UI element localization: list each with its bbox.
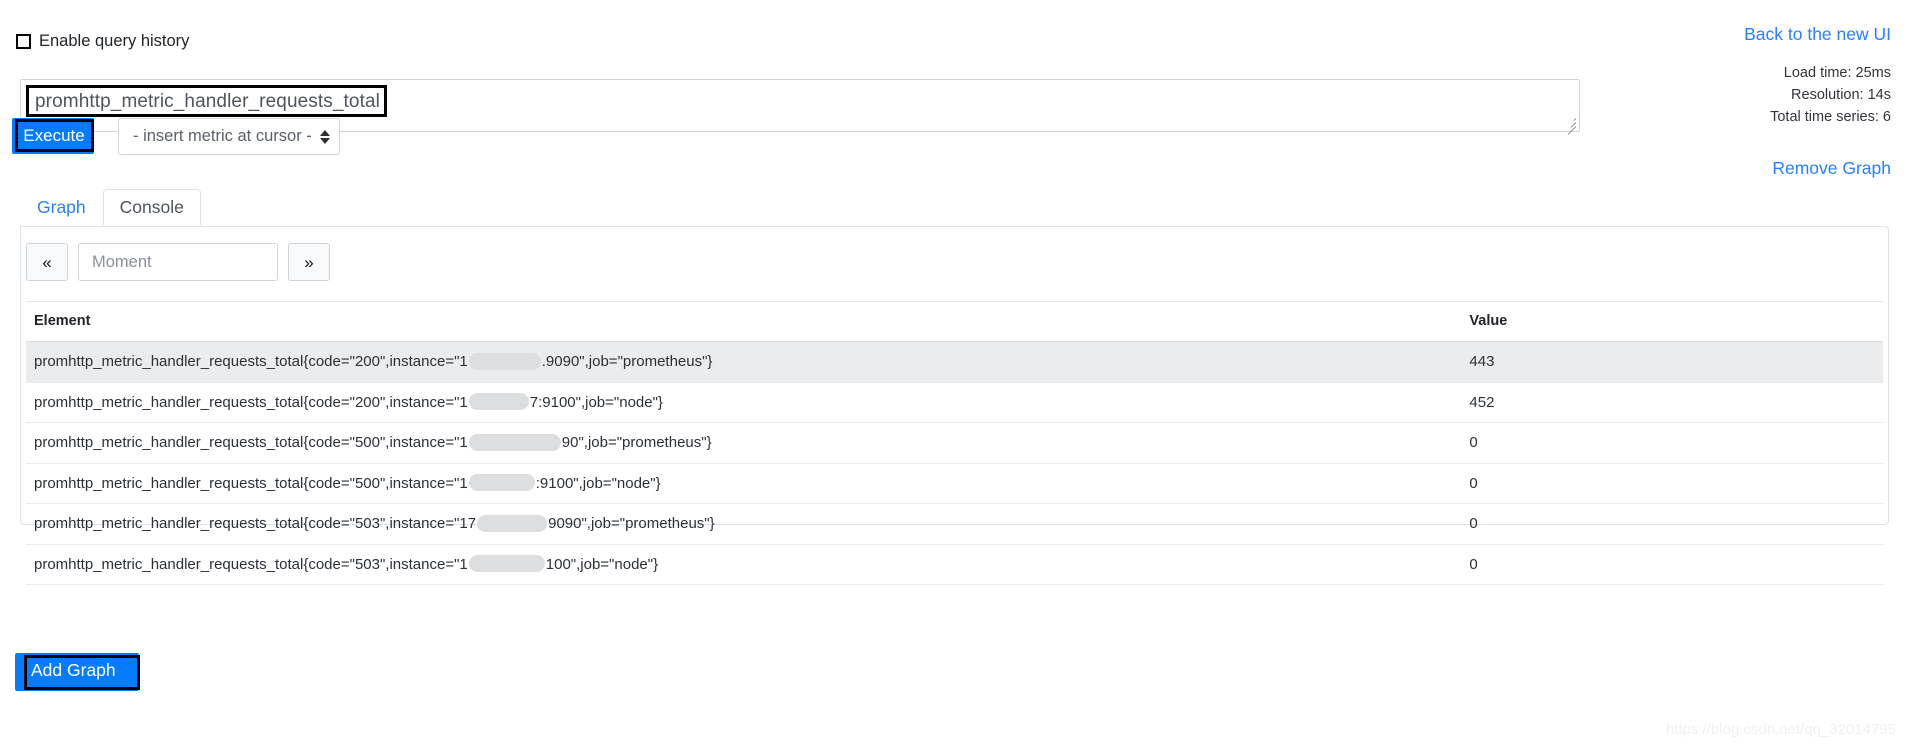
cell-value: 0: [1461, 422, 1883, 464]
redaction-blur: [468, 433, 561, 451]
double-right-arrow-icon: »: [304, 252, 314, 272]
console-panel: « Moment » Element Value promhttp_metric…: [20, 226, 1889, 586]
table-row: promhttp_metric_handler_requests_total{c…: [26, 422, 1883, 464]
element-text: promhttp_metric_handler_requests_total{c…: [34, 555, 468, 573]
tab-graph-label: Graph: [37, 197, 86, 217]
element-text: promhttp_metric_handler_requests_total{c…: [34, 434, 468, 452]
cell-element: promhttp_metric_handler_requests_total{c…: [26, 422, 1462, 464]
step-forward-button[interactable]: »: [288, 243, 330, 281]
moment-input-placeholder: Moment: [92, 252, 152, 271]
redaction-blur: [468, 474, 535, 492]
moment-input[interactable]: Moment: [78, 243, 278, 281]
execute-button-label: Execute: [23, 126, 85, 145]
column-header-value: Value: [1461, 301, 1883, 342]
table-header-row: Element Value: [26, 301, 1883, 342]
redaction-blur: [468, 555, 545, 573]
query-expression-text: promhttp_metric_handler_requests_total: [35, 90, 380, 112]
cell-element: promhttp_metric_handler_requests_total{c…: [26, 544, 1462, 586]
redaction-blur: [477, 514, 548, 532]
cell-element: promhttp_metric_handler_requests_total{c…: [26, 503, 1462, 545]
total-time-series: Total time series: 6: [1770, 109, 1891, 126]
double-left-arrow-icon: «: [42, 252, 52, 272]
element-text: 9090",job="prometheus"}: [548, 515, 715, 533]
table-row: promhttp_metric_handler_requests_total{c…: [26, 382, 1883, 424]
enable-query-history-checkbox[interactable]: [16, 33, 31, 49]
panel-tabs: Graph Console: [20, 189, 201, 227]
redaction-blur: [468, 352, 541, 370]
cell-value: 443: [1461, 341, 1883, 383]
column-header-element: Element: [26, 301, 1462, 342]
tab-console[interactable]: Console: [102, 189, 201, 227]
insert-metric-select-value: - insert metric at cursor -: [133, 127, 312, 145]
tab-graph[interactable]: Graph: [20, 189, 103, 225]
back-to-new-ui-link[interactable]: Back to the new UI: [1744, 24, 1891, 45]
add-graph-button-label: Add Graph: [31, 660, 116, 680]
query-text-annotation-box: promhttp_metric_handler_requests_total: [26, 85, 387, 117]
execute-row: Execute - insert metric at cursor -: [12, 118, 340, 155]
element-text: promhttp_metric_handler_requests_total{c…: [34, 353, 468, 370]
step-backward-button[interactable]: «: [26, 243, 68, 281]
textarea-resize-handle-icon[interactable]: [1563, 116, 1577, 135]
table-row: promhttp_metric_handler_requests_total{c…: [26, 463, 1883, 505]
element-text: 7:9100",job="node"}: [529, 393, 663, 411]
element-text: :9100",job="node"}: [535, 474, 661, 492]
query-stats: Load time: 25ms Resolution: 14s Total ti…: [1770, 62, 1891, 128]
table-row: promhttp_metric_handler_requests_total{c…: [26, 341, 1883, 383]
element-text: 100",job="node"}: [545, 555, 659, 573]
table-row: promhttp_metric_handler_requests_total{c…: [26, 503, 1883, 545]
element-text: .9090",job="prometheus"}: [541, 353, 713, 370]
results-table: Element Value promhttp_metric_handler_re…: [26, 301, 1883, 586]
cell-value: 0: [1461, 503, 1883, 545]
element-text: promhttp_metric_handler_requests_total{c…: [34, 515, 477, 533]
enable-query-history-row[interactable]: Enable query history: [16, 33, 189, 50]
element-text: 90",job="prometheus"}: [561, 434, 712, 452]
moment-navigation-row: « Moment »: [26, 243, 330, 281]
element-text: promhttp_metric_handler_requests_total{c…: [34, 393, 468, 411]
cell-value: 0: [1461, 544, 1883, 586]
remove-graph-button[interactable]: Remove Graph: [1772, 158, 1891, 179]
add-graph-holder: Add Graph: [15, 653, 155, 693]
execute-annotation-box: Execute: [15, 119, 94, 152]
cell-element: promhttp_metric_handler_requests_total{c…: [26, 382, 1462, 424]
load-time: Load time: 25ms: [1783, 65, 1891, 81]
results-table-body: promhttp_metric_handler_requests_total{c…: [26, 341, 1883, 586]
element-text: promhttp_metric_handler_requests_total{c…: [34, 474, 468, 492]
execute-button-holder: Execute: [12, 118, 94, 154]
redaction-blur: [468, 393, 529, 411]
watermark: https://blog.csdn.net/qq_32014795: [1665, 721, 1896, 738]
enable-query-history-label: Enable query history: [39, 32, 190, 50]
tab-console-label: Console: [119, 197, 184, 217]
table-row: promhttp_metric_handler_requests_total{c…: [26, 544, 1883, 586]
cell-value: 452: [1461, 382, 1883, 424]
chevron-updown-icon: [319, 129, 330, 144]
cell-value: 0: [1461, 463, 1883, 505]
insert-metric-select[interactable]: - insert metric at cursor -: [118, 118, 340, 155]
prometheus-expression-browser: Enable query history Back to the new UI …: [0, 0, 1910, 754]
cell-element: promhttp_metric_handler_requests_total{c…: [26, 341, 1462, 383]
resolution: Resolution: 14s: [1791, 87, 1891, 104]
cell-element: promhttp_metric_handler_requests_total{c…: [26, 463, 1462, 505]
